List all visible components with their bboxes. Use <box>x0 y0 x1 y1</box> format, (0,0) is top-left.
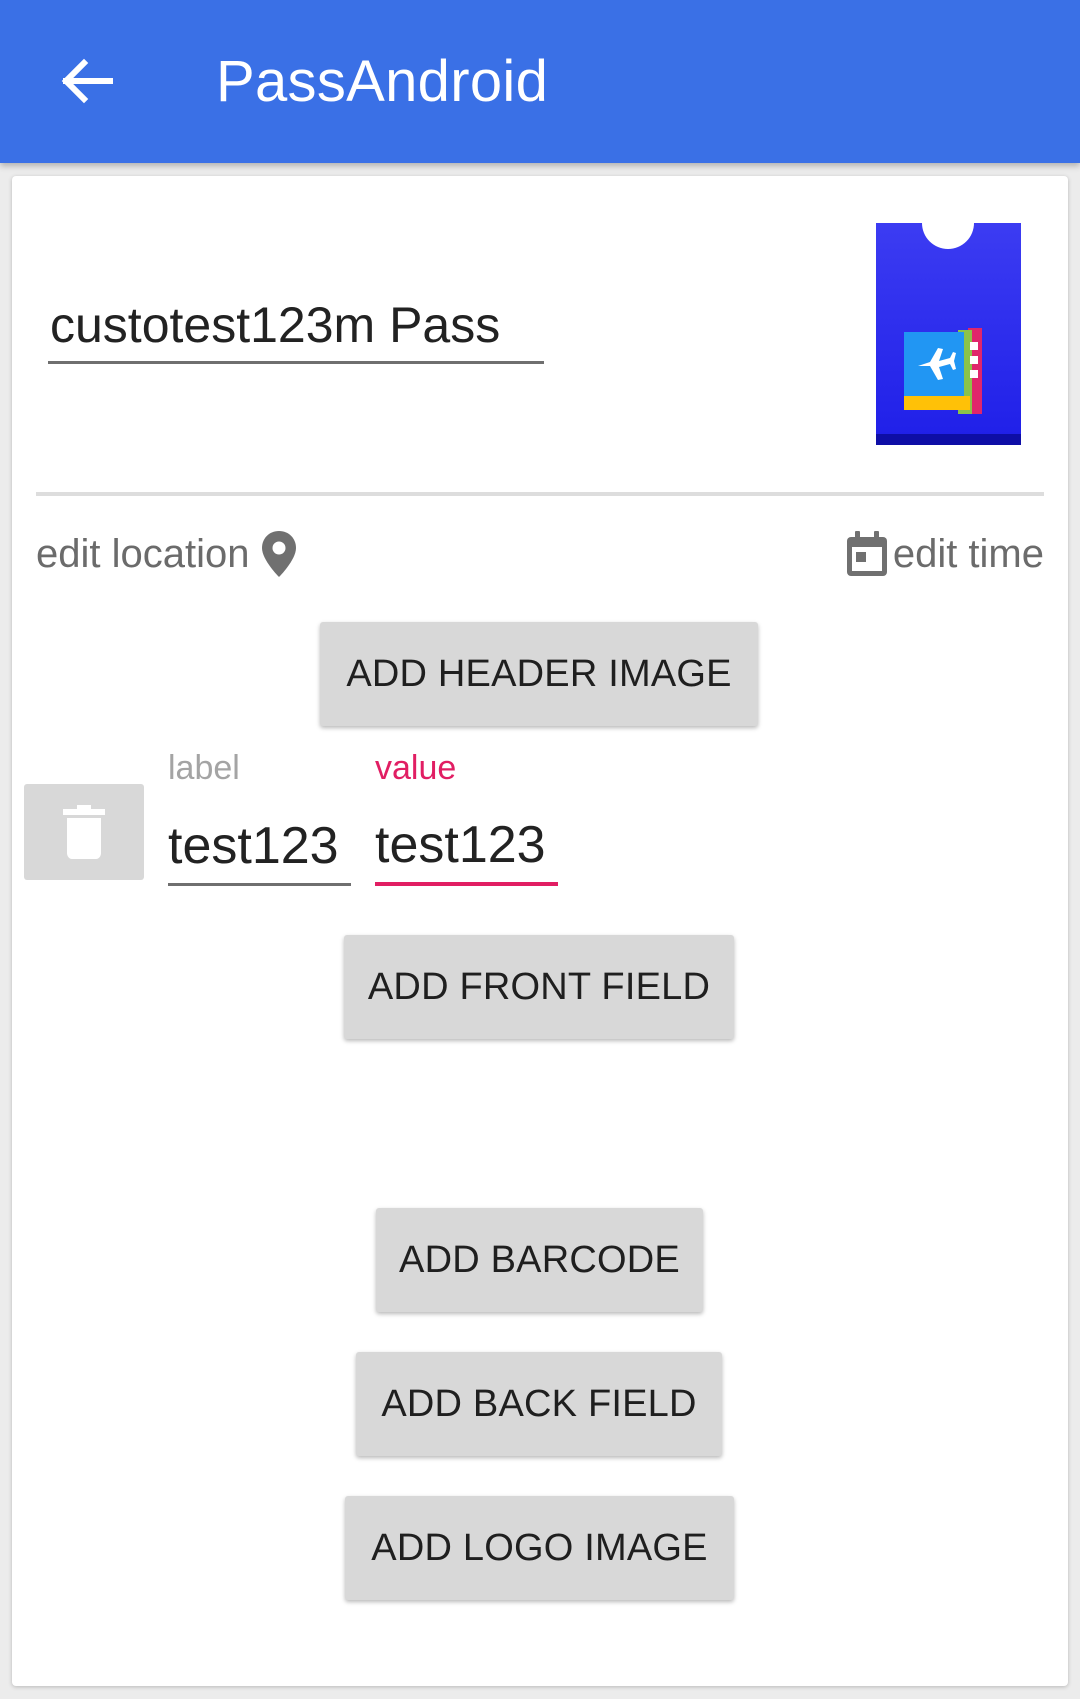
field-label-caption: label <box>168 749 240 787</box>
pass-thumbnail[interactable] <box>876 197 1021 445</box>
field-value-input[interactable] <box>375 808 558 886</box>
pass-name-input[interactable] <box>48 288 544 364</box>
app-title: PassAndroid <box>216 49 549 114</box>
add-header-image-button[interactable]: ADD HEADER IMAGE <box>320 622 758 726</box>
edit-time-label: edit time <box>892 531 1044 576</box>
edit-time-button[interactable]: edit time <box>845 524 1044 584</box>
add-back-field-button[interactable]: ADD BACK FIELD <box>356 1352 722 1456</box>
delete-field-button[interactable] <box>24 784 144 880</box>
edit-location-button[interactable]: edit location <box>36 524 299 584</box>
back-button[interactable] <box>46 46 126 116</box>
add-logo-image-button[interactable]: ADD LOGO IMAGE <box>345 1496 734 1600</box>
pass-edit-card: edit location edit time ADD HEADER IMAGE… <box>12 176 1068 1686</box>
field-label-input[interactable] <box>168 808 351 886</box>
map-pin-icon <box>262 531 297 577</box>
trash-icon <box>63 805 105 859</box>
calendar-icon <box>846 531 887 576</box>
add-barcode-button[interactable]: ADD BARCODE <box>376 1208 703 1312</box>
app-bar: PassAndroid <box>0 0 1080 163</box>
arrow-left-icon <box>61 58 113 104</box>
add-front-field-button[interactable]: ADD FRONT FIELD <box>344 935 734 1039</box>
field-value-caption: value <box>375 749 457 787</box>
boarding-pass-airplane-icon <box>876 197 1021 445</box>
divider <box>36 492 1044 496</box>
edit-location-label: edit location <box>36 531 250 576</box>
